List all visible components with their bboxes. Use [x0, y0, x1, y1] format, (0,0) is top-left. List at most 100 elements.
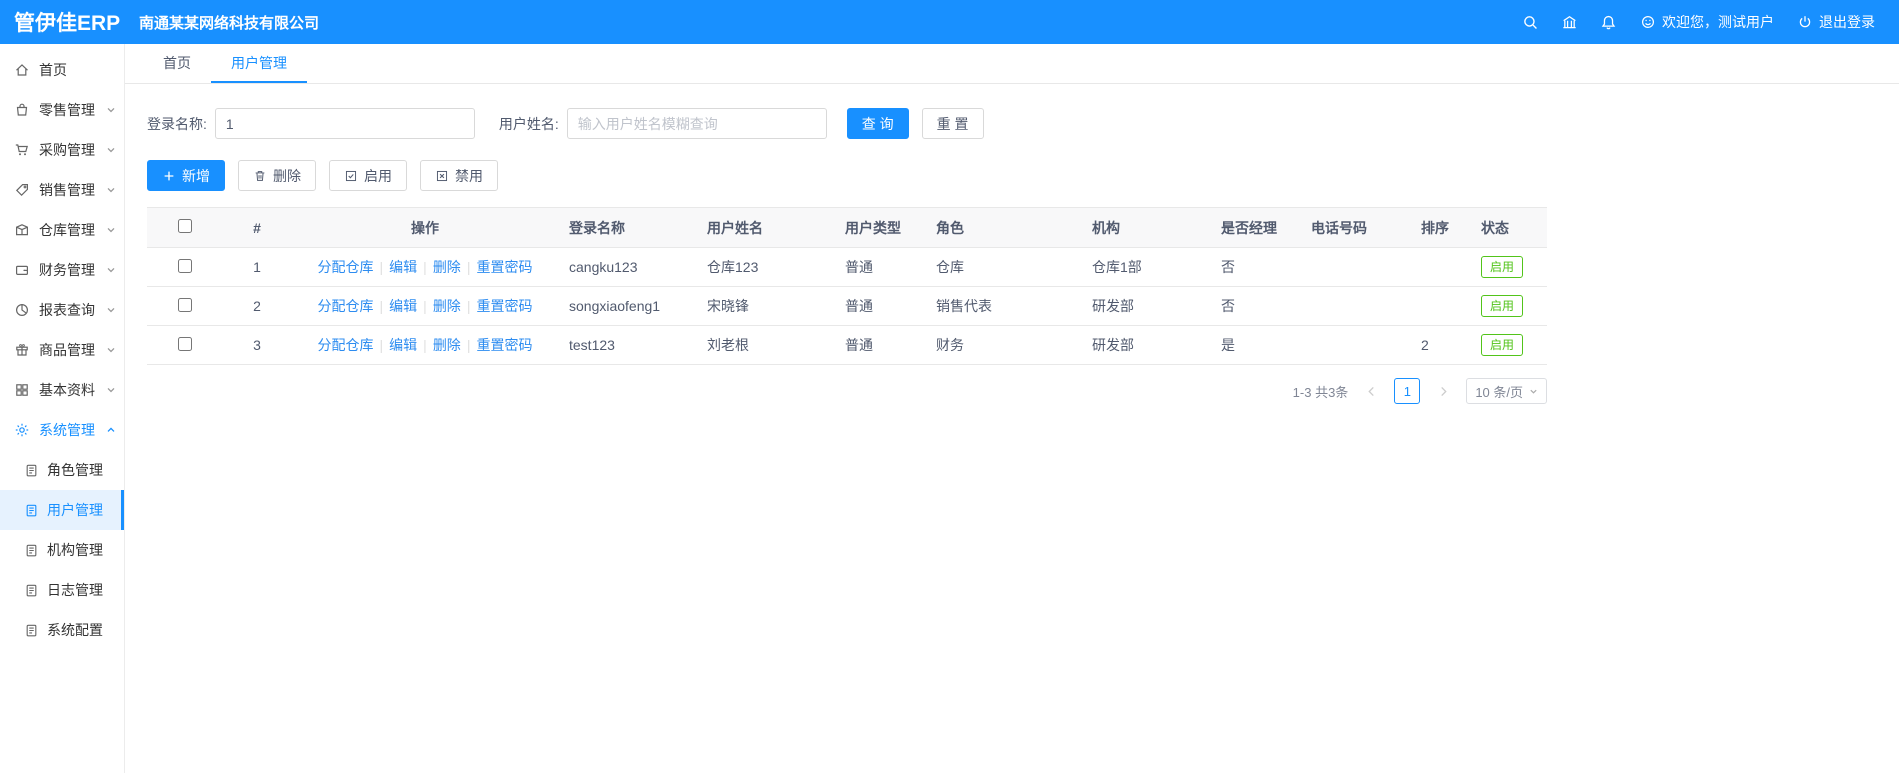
sidebar-item-label: 零售管理: [39, 102, 95, 118]
chevron-down-icon: [106, 305, 116, 315]
page-size-select[interactable]: 10 条/页: [1466, 378, 1547, 404]
op-reset-password-link[interactable]: 重置密码: [476, 298, 532, 314]
select-all-checkbox[interactable]: [178, 219, 192, 233]
sidebar-item-home[interactable]: 首页: [0, 50, 124, 90]
table-row[interactable]: 3 分配仓库 | 编辑 | 删除 | 重置密码 test123 刘老根 普通 财务 研发部是 2 启用: [147, 325, 1547, 365]
row-checkbox[interactable]: [178, 336, 192, 351]
logout-text: 退出登录: [1819, 14, 1875, 30]
chevron-up-icon: [106, 425, 116, 435]
search-icon[interactable]: [1522, 14, 1539, 31]
op-separator: |: [466, 298, 471, 314]
retail-icon: [14, 102, 30, 118]
cell-is-manager: 是: [1211, 325, 1301, 365]
op-edit-link[interactable]: 编辑: [389, 337, 417, 353]
status-badge[interactable]: 启用: [1481, 334, 1524, 356]
sidebar: 首页零售管理采购管理 销售管理仓库管理财务管理 报表查询 商品管理 基本资料 系统管理角色…: [0, 44, 125, 773]
sidebar-item-goods[interactable]: 商品管理: [0, 330, 124, 370]
company-name: 南通某某网络科技有限公司: [139, 14, 320, 32]
sidebar-subitem-config[interactable]: 系统配置: [0, 610, 124, 650]
op-reset-password-link[interactable]: 重置密码: [476, 337, 532, 353]
disable-button[interactable]: 禁用: [420, 160, 498, 191]
cell-phone: [1301, 286, 1411, 326]
sidebar-subitem-orgs[interactable]: 机构管理: [0, 530, 124, 570]
sales-icon: [14, 182, 30, 198]
doc-icon: [24, 503, 39, 518]
tab-user-management[interactable]: 用户管理: [211, 44, 307, 83]
logout-button[interactable]: 退出登录: [1796, 12, 1875, 32]
page-number-button[interactable]: 1: [1394, 378, 1421, 404]
bell-icon[interactable]: [1600, 14, 1617, 31]
pagination: 1-3 共3条 1 10 条/页: [147, 378, 1547, 404]
cell-login-name: test123: [559, 325, 697, 365]
sidebar-item-label: 仓库管理: [39, 222, 95, 238]
basic-data-icon: [14, 382, 30, 398]
search-button[interactable]: 查 询: [846, 108, 909, 139]
welcome-user[interactable]: 欢迎您，测试用户: [1639, 12, 1774, 32]
op-delete-link[interactable]: 删除: [433, 337, 461, 353]
sidebar-item-system[interactable]: 系统管理: [0, 410, 124, 450]
tab-home[interactable]: 首页: [143, 44, 211, 83]
row-checkbox[interactable]: [178, 297, 192, 312]
users-table-wrap: # 操作 登录名称 用户姓名 用户类型 角色 机构 是否经理 电话号码 排序 状态 1 分配仓库 | 编辑…: [147, 207, 1547, 365]
sidebar-subitem-roles[interactable]: 角色管理: [0, 450, 124, 490]
enable-button[interactable]: 启用: [329, 160, 407, 191]
op-separator: |: [466, 337, 471, 353]
row-index: 3: [223, 325, 291, 365]
x-square-icon: [435, 169, 449, 183]
cell-user-type: 普通: [835, 247, 926, 287]
sidebar-item-finance[interactable]: 财务管理: [0, 250, 124, 290]
op-delete-link[interactable]: 删除: [433, 259, 461, 275]
home-bank-icon[interactable]: [1561, 14, 1578, 31]
op-assign-warehouse-link[interactable]: 分配仓库: [318, 298, 374, 314]
row-operations: 分配仓库 | 编辑 | 删除 | 重置密码: [291, 325, 559, 365]
op-edit-link[interactable]: 编辑: [389, 259, 417, 275]
add-button[interactable]: 新增: [147, 160, 225, 191]
next-page-button[interactable]: [1430, 378, 1456, 404]
op-separator: |: [379, 259, 384, 275]
table-row[interactable]: 2 分配仓库 | 编辑 | 删除 | 重置密码 songxiaofeng1 宋晓锋 普通 销售代表 研发…: [147, 286, 1547, 326]
page-size-value: 10 条/页: [1475, 384, 1523, 400]
sidebar-subitem-logs[interactable]: 日志管理: [0, 570, 124, 610]
sidebar-subitem-label: 系统配置: [47, 622, 103, 638]
sidebar-item-basic-data[interactable]: 基本资料: [0, 370, 124, 410]
main-area: 首页 用户管理 登录名称: 用户姓名: 查 询 重 置 新增: [125, 44, 1899, 773]
row-checkbox[interactable]: [178, 258, 192, 273]
prev-page-button[interactable]: [1358, 378, 1384, 404]
login-name-input[interactable]: [214, 108, 475, 139]
trash-icon: [253, 169, 267, 183]
sidebar-item-warehouse[interactable]: 仓库管理: [0, 210, 124, 250]
status-badge[interactable]: 启用: [1481, 256, 1524, 278]
table-row[interactable]: 1 分配仓库 | 编辑 | 删除 | 重置密码 cangku123 仓库123 普通 仓库 仓库1部否 启…: [147, 247, 1547, 287]
sidebar-subitem-label: 角色管理: [47, 462, 103, 478]
cell-user-name: 刘老根: [697, 325, 835, 365]
sidebar-menu: 首页零售管理采购管理 销售管理仓库管理财务管理 报表查询 商品管理 基本资料 系统管理角色…: [0, 50, 124, 650]
reset-button[interactable]: 重 置: [921, 108, 984, 139]
op-assign-warehouse-link[interactable]: 分配仓库: [318, 259, 374, 275]
column-header: 登录名称: [559, 207, 697, 248]
sidebar-item-label: 首页: [39, 62, 67, 78]
op-edit-link[interactable]: 编辑: [389, 298, 417, 314]
user-name-label: 用户姓名:: [498, 115, 559, 132]
status-badge[interactable]: 启用: [1481, 295, 1524, 317]
enable-button-label: 启用: [364, 167, 392, 184]
row-index: 2: [223, 286, 291, 326]
sidebar-item-purchase[interactable]: 采购管理: [0, 130, 124, 170]
user-name-input[interactable]: [566, 108, 827, 139]
op-delete-link[interactable]: 删除: [433, 298, 461, 314]
add-button-label: 新增: [182, 167, 210, 184]
chevron-down-icon: [106, 225, 116, 235]
op-assign-warehouse-link[interactable]: 分配仓库: [318, 337, 374, 353]
column-header: 操作: [291, 207, 559, 248]
op-separator: |: [423, 259, 427, 275]
row-operations: 分配仓库 | 编辑 | 删除 | 重置密码: [291, 286, 559, 326]
user-smile-icon: [1639, 14, 1656, 31]
sidebar-item-sales[interactable]: 销售管理: [0, 170, 124, 210]
sidebar-item-retail[interactable]: 零售管理: [0, 90, 124, 130]
delete-button[interactable]: 删除: [238, 160, 316, 191]
op-reset-password-link[interactable]: 重置密码: [476, 259, 532, 275]
cell-user-name: 仓库123: [697, 247, 835, 287]
sidebar-subitem-users[interactable]: 用户管理: [0, 490, 124, 530]
sidebar-item-reports[interactable]: 报表查询: [0, 290, 124, 330]
sidebar-subitem-label: 用户管理: [47, 502, 103, 518]
purchase-icon: [14, 142, 30, 158]
